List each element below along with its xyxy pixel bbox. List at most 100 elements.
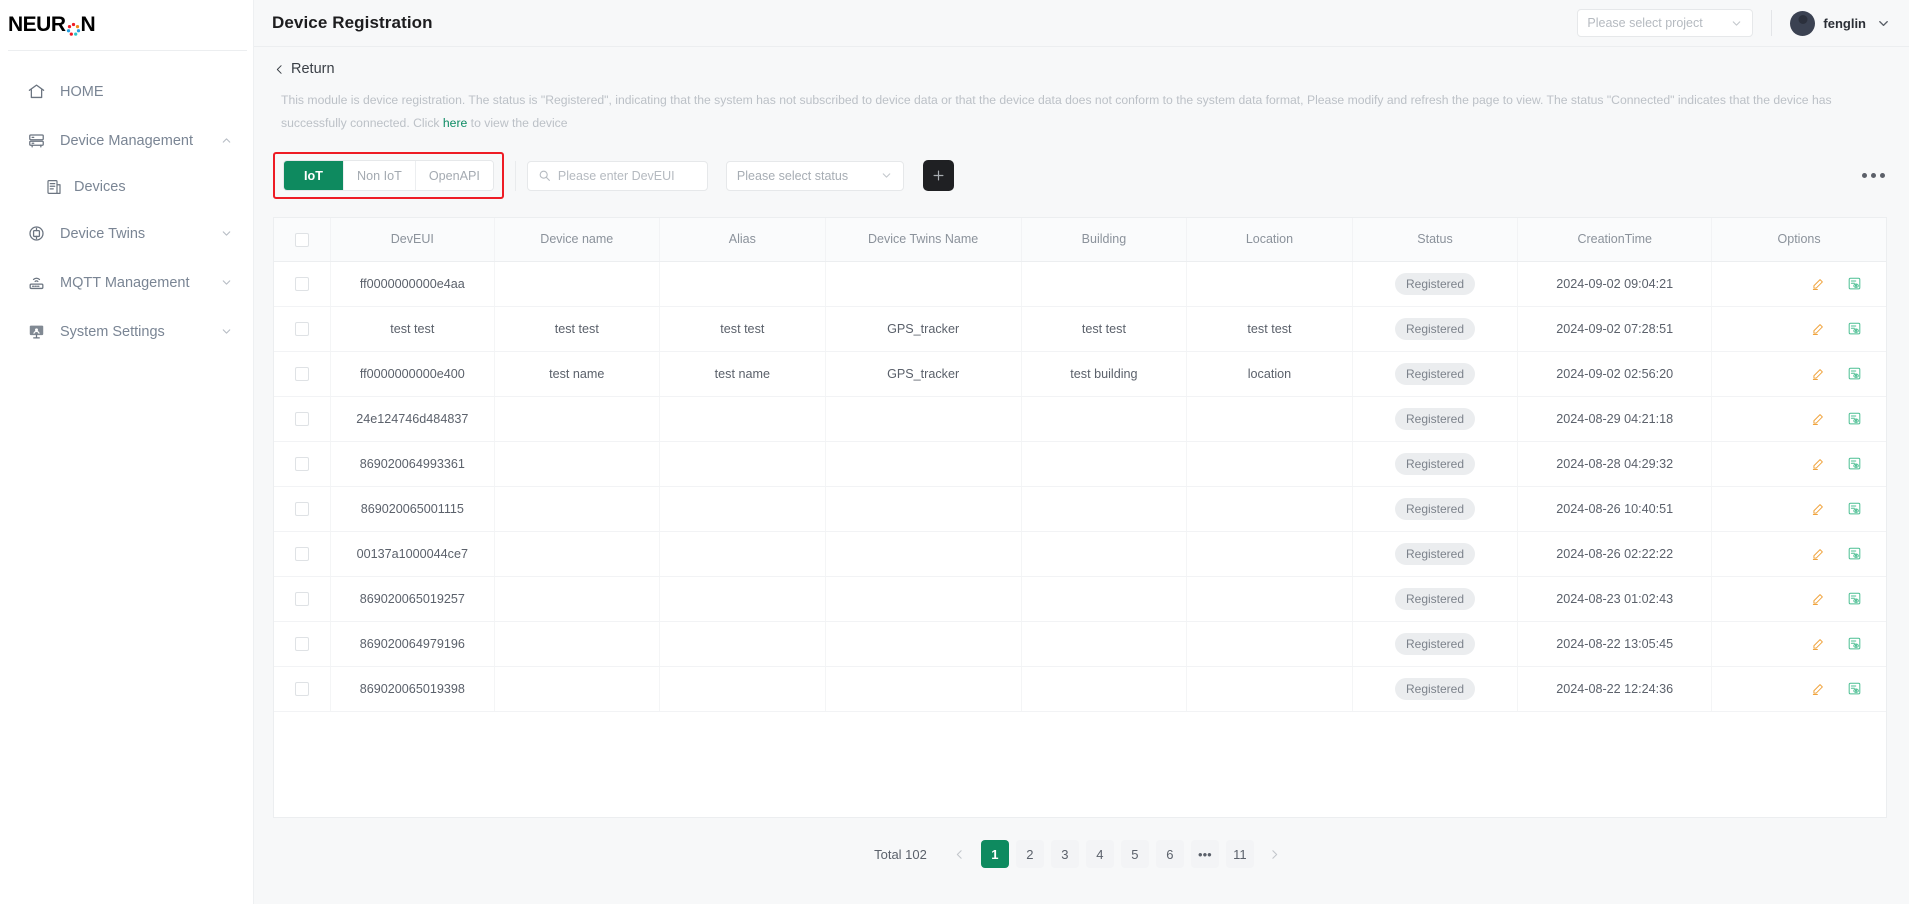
chevron-down-icon[interactable] bbox=[1876, 16, 1891, 31]
row-checkbox[interactable] bbox=[295, 366, 310, 381]
table-row[interactable]: test test test test test test GPS_tracker te… bbox=[274, 306, 1886, 352]
sidebar-item-device-management[interactable]: Device Management bbox=[0, 116, 253, 165]
table-row[interactable]: 869020064979196 Registered 2024-08-22 13:0… bbox=[274, 621, 1886, 667]
edit-icon[interactable] bbox=[1811, 367, 1825, 381]
edit-icon[interactable] bbox=[1811, 277, 1825, 291]
sidebar-nav: HOME Device Management Devices Device Tw… bbox=[0, 51, 253, 356]
tab-openapi[interactable]: OpenAPI bbox=[415, 161, 493, 190]
table-row[interactable]: 869020065001115 Registered 2024-08-26 10:4… bbox=[274, 486, 1886, 532]
table-row[interactable]: ff0000000000e400 test name test name GPS_tr… bbox=[274, 351, 1886, 397]
th-creation-time[interactable]: CreationTime bbox=[1517, 218, 1713, 262]
row-checkbox[interactable] bbox=[295, 456, 310, 471]
tab-non-iot[interactable]: Non IoT bbox=[344, 161, 416, 190]
edit-icon[interactable] bbox=[1811, 322, 1825, 336]
sidebar-item-devices[interactable]: Devices bbox=[0, 165, 253, 209]
edit-icon[interactable] bbox=[1811, 682, 1825, 696]
pagination-page[interactable]: 11 bbox=[1225, 840, 1254, 868]
th-location[interactable]: Location bbox=[1186, 218, 1353, 262]
table-row[interactable]: 24e124746d484837 Registered 2024-08-29 04:… bbox=[274, 396, 1886, 442]
cell-building bbox=[1021, 621, 1188, 667]
pagination-page[interactable]: 6 bbox=[1155, 840, 1184, 868]
edit-icon[interactable] bbox=[1811, 637, 1825, 651]
row-checkbox[interactable] bbox=[295, 636, 310, 651]
options-group bbox=[1712, 352, 1886, 396]
pagination-page[interactable]: 5 bbox=[1120, 840, 1149, 868]
avatar bbox=[1790, 10, 1816, 36]
chevron-down-icon[interactable] bbox=[219, 227, 233, 241]
table-row[interactable]: 869020065019257 Registered 2024-08-23 01:0… bbox=[274, 576, 1886, 622]
status-select[interactable]: Please select status bbox=[725, 160, 904, 191]
table-row[interactable]: ff0000000000e4aa Registered 2024-09-02 09:… bbox=[274, 261, 1886, 307]
cell-status: Registered bbox=[1352, 576, 1519, 622]
row-checkbox[interactable] bbox=[295, 276, 310, 291]
pagination-page[interactable]: 1 bbox=[980, 840, 1009, 868]
sidebar-item-system-settings[interactable]: System Settings bbox=[0, 307, 253, 356]
sidebar-item-device-twins[interactable]: Device Twins bbox=[0, 209, 253, 258]
select-all-checkbox[interactable] bbox=[295, 232, 310, 247]
return-link[interactable]: Return bbox=[254, 47, 335, 77]
project-select[interactable]: Please select project bbox=[1577, 9, 1754, 37]
sidebar-item-mqtt-management[interactable]: MQTT Management bbox=[0, 258, 253, 307]
view-detail-icon[interactable] bbox=[1847, 276, 1862, 291]
cell-building bbox=[1021, 261, 1188, 307]
edit-icon[interactable] bbox=[1811, 412, 1825, 426]
pagination-prev[interactable] bbox=[946, 840, 974, 868]
cell-deveui: 869020064993361 bbox=[330, 441, 495, 487]
view-detail-icon[interactable] bbox=[1847, 636, 1862, 651]
view-detail-icon[interactable] bbox=[1847, 681, 1862, 696]
row-checkbox[interactable] bbox=[295, 321, 310, 336]
row-checkbox[interactable] bbox=[295, 591, 310, 606]
edit-icon[interactable] bbox=[1811, 502, 1825, 516]
view-detail-icon[interactable] bbox=[1847, 366, 1862, 381]
pagination: Total 102 1 2 3 4 5 6 ••• 11 bbox=[254, 818, 1909, 868]
th-device-name[interactable]: Device name bbox=[494, 218, 661, 262]
sidebar-item-home[interactable]: HOME bbox=[0, 67, 253, 116]
chevron-down-icon[interactable] bbox=[219, 325, 233, 339]
row-checkbox[interactable] bbox=[295, 546, 310, 561]
cell-options bbox=[1711, 621, 1886, 667]
pagination-page[interactable]: 2 bbox=[1015, 840, 1044, 868]
chevron-down-icon[interactable] bbox=[219, 276, 233, 290]
cell-location bbox=[1186, 576, 1353, 622]
cell-options bbox=[1711, 531, 1886, 577]
tab-iot[interactable]: IoT bbox=[284, 161, 344, 190]
pagination-next[interactable] bbox=[1261, 840, 1289, 868]
here-link[interactable]: here bbox=[443, 116, 467, 130]
row-checkbox[interactable] bbox=[295, 681, 310, 696]
options-group bbox=[1712, 397, 1886, 441]
cell-creation-time: 2024-09-02 02:56:20 bbox=[1517, 351, 1713, 397]
edit-icon[interactable] bbox=[1811, 457, 1825, 471]
view-detail-icon[interactable] bbox=[1847, 591, 1862, 606]
view-detail-icon[interactable] bbox=[1847, 456, 1862, 471]
more-options-button[interactable] bbox=[1862, 173, 1887, 178]
row-checkbox[interactable] bbox=[295, 501, 310, 516]
edit-icon[interactable] bbox=[1811, 592, 1825, 606]
view-detail-icon[interactable] bbox=[1847, 321, 1862, 336]
row-checkbox[interactable] bbox=[295, 411, 310, 426]
add-device-button[interactable] bbox=[922, 160, 954, 191]
pagination-page[interactable]: ••• bbox=[1190, 840, 1219, 868]
view-detail-icon[interactable] bbox=[1847, 501, 1862, 516]
th-alias[interactable]: Alias bbox=[659, 218, 826, 262]
th-status[interactable]: Status bbox=[1352, 218, 1519, 262]
view-detail-icon[interactable] bbox=[1847, 546, 1862, 561]
th-deveui[interactable]: DevEUI bbox=[330, 218, 495, 262]
table-row[interactable]: 00137a1000044ce7 Registered 2024-08-26 02:… bbox=[274, 531, 1886, 577]
search-input[interactable]: Please enter DevEUI bbox=[526, 160, 708, 191]
user-menu[interactable]: fenglin bbox=[1790, 10, 1891, 36]
status-badge: Registered bbox=[1394, 407, 1476, 430]
logo[interactable]: NEUR N bbox=[0, 0, 253, 50]
toolbar-divider bbox=[514, 160, 516, 191]
th-building[interactable]: Building bbox=[1021, 218, 1188, 262]
logo-text-prefix: NEUR bbox=[8, 13, 66, 36]
table-row[interactable]: 869020064993361 Registered 2024-08-28 04:2… bbox=[274, 441, 1886, 487]
view-detail-icon[interactable] bbox=[1847, 411, 1862, 426]
pagination-page[interactable]: 3 bbox=[1050, 840, 1079, 868]
edit-icon[interactable] bbox=[1811, 547, 1825, 561]
pagination-page[interactable]: 4 bbox=[1085, 840, 1114, 868]
chevron-up-icon[interactable] bbox=[219, 134, 233, 148]
th-device-twins-name[interactable]: Device Twins Name bbox=[825, 218, 1022, 262]
cell-options bbox=[1711, 351, 1886, 397]
table-row[interactable]: 869020065019398 Registered 2024-08-22 12:2… bbox=[274, 666, 1886, 712]
device-icon bbox=[44, 177, 64, 197]
